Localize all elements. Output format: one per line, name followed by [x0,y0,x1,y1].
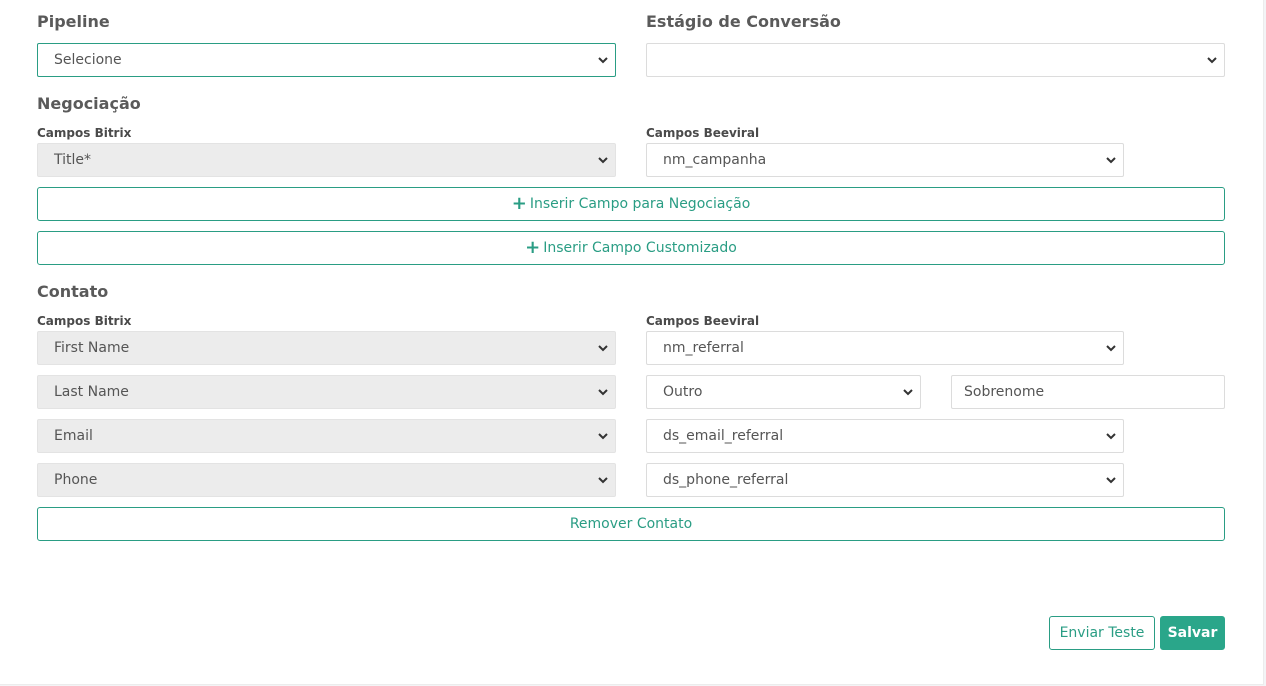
chevron-down-icon [598,433,608,440]
contact-beeviral-select[interactable]: nm_referral [646,331,1124,365]
plus-icon: + [525,237,541,258]
add-custom-field-button[interactable]: + Inserir Campo Customizado [37,231,1225,265]
chevron-down-icon [1207,57,1217,64]
bitrix-field-value: Phone [54,472,98,488]
custom-field-input[interactable]: Sobrenome [951,375,1225,409]
contact-beeviral-select[interactable]: Outro [646,375,921,409]
chevron-down-icon [903,389,913,396]
send-test-button[interactable]: Enviar Teste [1049,616,1155,650]
chevron-down-icon [598,389,608,396]
beeviral-field-value: ds_email_referral [663,428,784,444]
remove-contact-button[interactable]: Remover Contato [37,507,1225,541]
chevron-down-icon [598,57,608,64]
stage-label: Estágio de Conversão [646,12,841,31]
chevron-down-icon [1106,157,1116,164]
chevron-down-icon [1106,477,1116,484]
beeviral-field-value: nm_referral [663,340,744,356]
beeviral-field-value: nm_campanha [663,152,767,168]
contact-beeviral-label: Campos Beeviral [646,314,760,328]
contact-bitrix-select: First Name [37,331,616,365]
stage-select[interactable] [646,43,1225,77]
beeviral-field-value: Outro [663,384,703,400]
pipeline-select-value: Selecione [54,52,122,68]
contact-beeviral-select[interactable]: ds_email_referral [646,419,1124,453]
negotiation-bitrix-label: Campos Bitrix [37,126,132,140]
chevron-down-icon [598,157,608,164]
contact-bitrix-select: Last Name [37,375,616,409]
bitrix-field-value: First Name [54,340,130,356]
chevron-down-icon [598,477,608,484]
pipeline-select[interactable]: Selecione [37,43,616,77]
bitrix-field-value: Last Name [54,384,129,400]
chevron-down-icon [598,345,608,352]
contact-bitrix-select: Email [37,419,616,453]
contact-bitrix-select: Phone [37,463,616,497]
contact-beeviral-select[interactable]: ds_phone_referral [646,463,1124,497]
negotiation-beeviral-label: Campos Beeviral [646,126,760,140]
custom-field-value: Sobrenome [964,384,1045,400]
bitrix-field-value: Title* [54,152,92,168]
pipeline-label: Pipeline [37,12,110,31]
remove-contact-label: Remover Contato [569,516,693,532]
chevron-down-icon [1106,345,1116,352]
negotiation-bitrix-select: Title* [37,143,616,177]
add-custom-field-label: Inserir Campo Customizado [543,240,737,256]
add-negotiation-field-label: Inserir Campo para Negociação [529,196,751,212]
form-card: Pipeline Selecione Estágio de Conversão … [0,0,1264,685]
contact-title: Contato [37,282,109,301]
negotiation-title: Negociação [37,94,141,113]
beeviral-field-value: ds_phone_referral [663,472,789,488]
chevron-down-icon [1106,433,1116,440]
contact-bitrix-label: Campos Bitrix [37,314,132,328]
add-negotiation-field-button[interactable]: + Inserir Campo para Negociação [37,187,1225,221]
save-label: Salvar [1167,625,1218,641]
send-test-label: Enviar Teste [1059,625,1145,641]
negotiation-beeviral-select[interactable]: nm_campanha [646,143,1124,177]
bitrix-field-value: Email [54,428,93,444]
save-button[interactable]: Salvar [1160,616,1225,650]
plus-icon: + [511,193,527,214]
